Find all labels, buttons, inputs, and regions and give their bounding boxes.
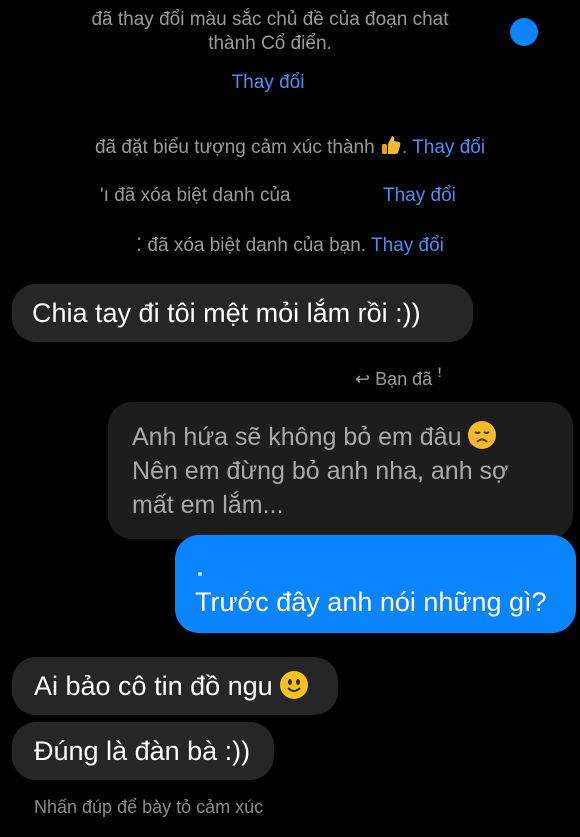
quoted-line-1-text: Anh hứa sẽ không bỏ em đâu: [132, 423, 462, 451]
message-text: Đúng là đàn bà :)): [34, 736, 251, 766]
reply-arrow-icon: ↩: [355, 369, 371, 389]
quoted-message[interactable]: Anh hứa sẽ không bỏ em đâu Nên em đừng b…: [108, 402, 573, 539]
sad-emoji-icon: [468, 421, 497, 449]
nickname-1-change-link[interactable]: Thay đổi: [383, 185, 456, 207]
nickname-notice-2: ⁚ đã xóa biệt danh của bạn. Thay đổi: [0, 234, 580, 257]
nickname-2-change-link[interactable]: Thay đổi: [371, 235, 444, 256]
nickname-2-text: đã xóa biệt danh của bạn.: [147, 235, 367, 256]
nickname-1-text: đã xóa biệt danh của: [114, 185, 291, 206]
quoted-line-2: Nên em đừng bỏ anh nha, anh sợ: [132, 457, 509, 485]
message-text: Chia tay đi tôi mệt mỏi lắm rồi :)): [32, 298, 421, 328]
nickname-1-prefix: 'ı: [100, 185, 109, 206]
emoji-change-link[interactable]: . Thay đổi: [402, 137, 485, 158]
message-text: Trước đây anh nói những gì?: [195, 587, 547, 617]
smile-emoji-icon: [280, 671, 309, 699]
theme-line-2: thành Cổ điển.: [208, 33, 332, 54]
reply-indicator: ↩ Bạn đã ꜝ: [355, 369, 442, 390]
theme-change-link[interactable]: Thay đổi: [0, 72, 536, 94]
outgoing-message[interactable]: Trước đây anh nói những gì?: [175, 535, 576, 633]
nickname-notice-1: 'ı đã xóa biệt danh của: [100, 185, 291, 207]
theme-line-1: đã thay đổi màu sắc chủ đề của đoạn chat: [91, 9, 449, 30]
incoming-message[interactable]: Đúng là đàn bà :)): [12, 722, 274, 780]
thumbs-up-icon: [380, 134, 402, 162]
emoji-change-text: đã đặt biểu tượng cảm xúc thành: [94, 137, 375, 158]
reply-indicator-text: Bạn đã ꜝ: [375, 369, 443, 389]
outgoing-dot: [198, 572, 202, 576]
quoted-line-3: mất em lắm...: [132, 491, 284, 519]
reaction-hint: Nhấn đúp để bày tỏ cảm xúc: [34, 797, 264, 817]
nickname-2-prefix: ⁚: [136, 235, 143, 256]
incoming-message[interactable]: Ai bảo cô tin đồ ngu: [12, 657, 338, 715]
emoji-change-notice: đã đặt biểu tượng cảm xúc thành . Thay đ…: [0, 134, 580, 162]
quoted-line-1: Anh hứa sẽ không bỏ em đâu: [132, 420, 573, 454]
status-dot-icon: [510, 18, 538, 46]
incoming-message[interactable]: Chia tay đi tôi mệt mỏi lắm rồi :)): [12, 284, 473, 342]
message-text: Ai bảo cô tin đồ ngu: [34, 671, 273, 701]
theme-change-notice: đã thay đổi màu sắc chủ đề của đoạn chat…: [40, 8, 500, 56]
